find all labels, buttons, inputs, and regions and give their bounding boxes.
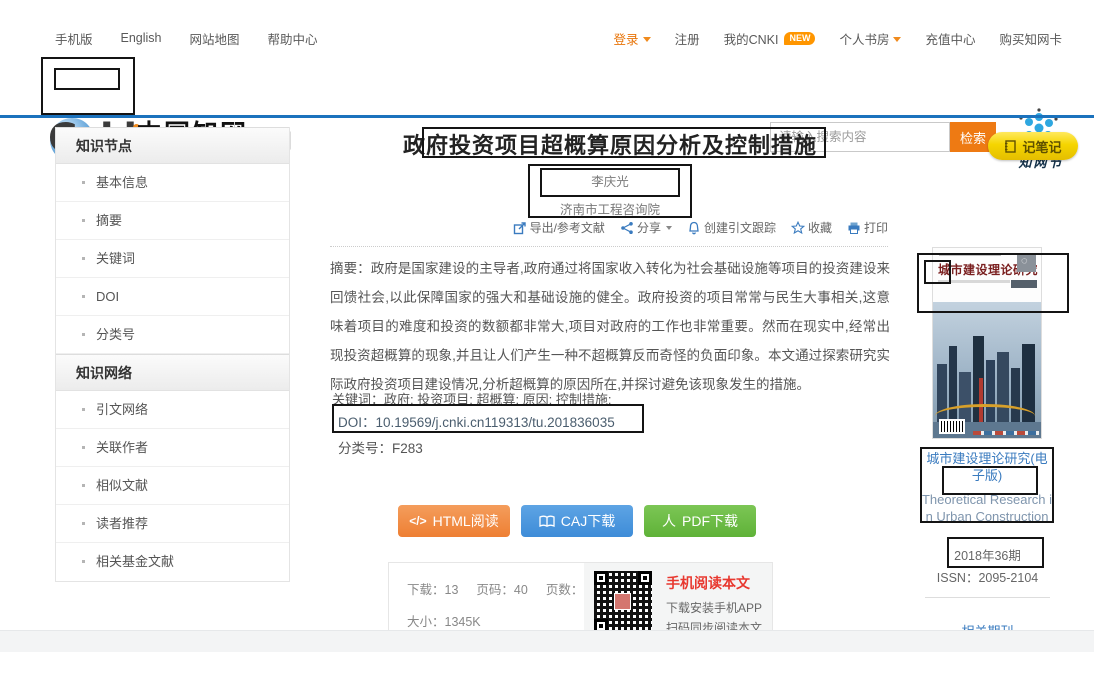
new-badge: NEW	[784, 32, 815, 45]
nav-help-center[interactable]: 帮助中心	[268, 29, 318, 48]
cover-publisher-logo	[1017, 253, 1036, 272]
article-affiliation[interactable]: 济南市工程咨询院	[330, 199, 890, 218]
journal-cover-image[interactable]: 城市建设理论研究	[933, 248, 1041, 438]
sidebar-item-reader-recommendation[interactable]: 读者推荐	[56, 505, 289, 543]
star-icon	[791, 221, 805, 235]
export-reference-link[interactable]: 导出/参考文献	[513, 219, 605, 236]
export-icon	[513, 221, 527, 235]
nav-english[interactable]: English	[121, 31, 162, 45]
topnav-right-group: 登录 注册 我的CNKINEW 个人书房 充值中心 购买知网卡	[614, 29, 1062, 48]
journal-issn: ISSN：2095-2104	[900, 567, 1075, 586]
sidebar-item-keywords[interactable]: 关键词	[56, 240, 289, 278]
right-column-divider	[925, 597, 1050, 598]
pdf-download-button[interactable]: 人 PDF下载	[644, 505, 756, 537]
take-note-button[interactable]: 记笔记	[988, 132, 1078, 160]
journal-name-link[interactable]: 城市建设理论研究(电子版)	[920, 450, 1054, 484]
download-stats-panel: 下载：13 页码：40 页数：1 大小：1345K 手机阅读本文 下载安装手机A…	[388, 562, 773, 632]
sidebar-section-knowledge-network: 知识网络	[56, 354, 289, 391]
header-blue-line	[0, 115, 1094, 118]
sidebar-item-related-authors[interactable]: 关联作者	[56, 429, 289, 467]
nav-my-cnki[interactable]: 我的CNKINEW	[724, 29, 816, 48]
print-link[interactable]: 打印	[847, 219, 888, 236]
file-size: 大小：1345K	[407, 611, 481, 630]
bell-icon	[687, 221, 701, 235]
code-icon: </>	[409, 514, 426, 528]
printer-icon	[847, 221, 861, 235]
article-clc-number: 分类号：F283	[338, 437, 423, 457]
mobile-read-title: 手机阅读本文	[666, 573, 750, 593]
site-header: Cnki 中国知网 cnki.net 期刊 检索 知网节	[0, 52, 1094, 115]
nav-login[interactable]: 登录	[614, 29, 651, 48]
top-navigation: 手机版 English 网站地图 帮助中心 登录 注册 我的CNKINEW 个人…	[55, 25, 1062, 51]
article-keywords: 关键词：政府; 投资项目; 超概算; 原因; 控制措施;	[332, 389, 612, 408]
mobile-read-panel: 手机阅读本文 下载安装手机APP 扫码同步阅读本文	[584, 563, 772, 633]
sidebar-item-citation-network[interactable]: 引文网络	[56, 391, 289, 429]
topnav-left-group: 手机版 English 网站地图 帮助中心	[55, 29, 318, 48]
page-bottom-band	[0, 630, 1094, 652]
sidebar-section-knowledge-node: 知识节点	[56, 127, 289, 164]
page-number: 页码：40	[476, 579, 527, 598]
journal-name-english: Theoretical Research in Urban Constructi…	[920, 491, 1054, 525]
article-doi: DOI：10.19569/j.cnki.cn119313/tu.20183603…	[338, 411, 615, 431]
cover-skyline-photo	[933, 302, 1041, 438]
sidebar-item-abstract[interactable]: 摘要	[56, 202, 289, 240]
article-title: 政府投资项目超概算原因分析及控制措施	[330, 128, 890, 160]
favorite-link[interactable]: 收藏	[791, 219, 832, 236]
nav-mobile-version[interactable]: 手机版	[55, 29, 93, 48]
notebook-icon	[1004, 140, 1017, 153]
chevron-down-icon	[666, 226, 672, 230]
cover-barcode	[939, 419, 965, 434]
journal-issue[interactable]: 2018年36期	[900, 545, 1075, 564]
share-icon	[620, 221, 634, 235]
sidebar: 知识节点 基本信息 摘要 关键词 DOI 分类号 知识网络 引文网络 关联作者 …	[55, 127, 290, 582]
download-count: 下载：13	[407, 579, 458, 598]
sidebar-item-basic-info[interactable]: 基本信息	[56, 164, 289, 202]
share-link[interactable]: 分享	[620, 219, 672, 236]
chevron-down-icon	[643, 37, 651, 42]
nav-recharge-center[interactable]: 充值中心	[925, 29, 975, 48]
sidebar-item-doi[interactable]: DOI	[56, 278, 289, 316]
nav-register[interactable]: 注册	[675, 29, 700, 48]
nav-buy-card[interactable]: 购买知网卡	[999, 29, 1062, 48]
nav-personal-library[interactable]: 个人书房	[839, 29, 901, 48]
sidebar-item-similar-literature[interactable]: 相似文献	[56, 467, 289, 505]
book-icon	[539, 515, 555, 528]
sidebar-item-related-fund-literature[interactable]: 相关基金文献	[56, 543, 289, 581]
sidebar-item-clc[interactable]: 分类号	[56, 316, 289, 354]
html-read-button[interactable]: </> HTML阅读	[398, 505, 510, 537]
pdf-icon: 人	[662, 511, 676, 531]
stats-row: 下载：13 页码：40 页数：1	[407, 579, 590, 598]
citation-alert-link[interactable]: 创建引文跟踪	[687, 219, 776, 236]
chevron-down-icon	[893, 37, 901, 42]
qr-code	[594, 571, 652, 633]
qr-center-seal	[614, 593, 631, 610]
article-abstract: 摘要：政府是国家建设的主导者,政府通过将国家收入转化为社会基础设施等项目的投资建…	[330, 254, 890, 399]
caj-download-button[interactable]: CAJ下载	[521, 505, 633, 537]
article-author[interactable]: 李庆光	[330, 171, 890, 190]
nav-sitemap[interactable]: 网站地图	[190, 29, 240, 48]
section-divider	[330, 246, 888, 247]
mobile-read-line1: 下载安装手机APP	[666, 599, 762, 616]
cnki-article-page: 手机版 English 网站地图 帮助中心 登录 注册 我的CNKINEW 个人…	[0, 0, 1094, 682]
article-toolbar: 导出/参考文献 分享 创建引文跟踪 收藏 打印	[330, 219, 888, 236]
